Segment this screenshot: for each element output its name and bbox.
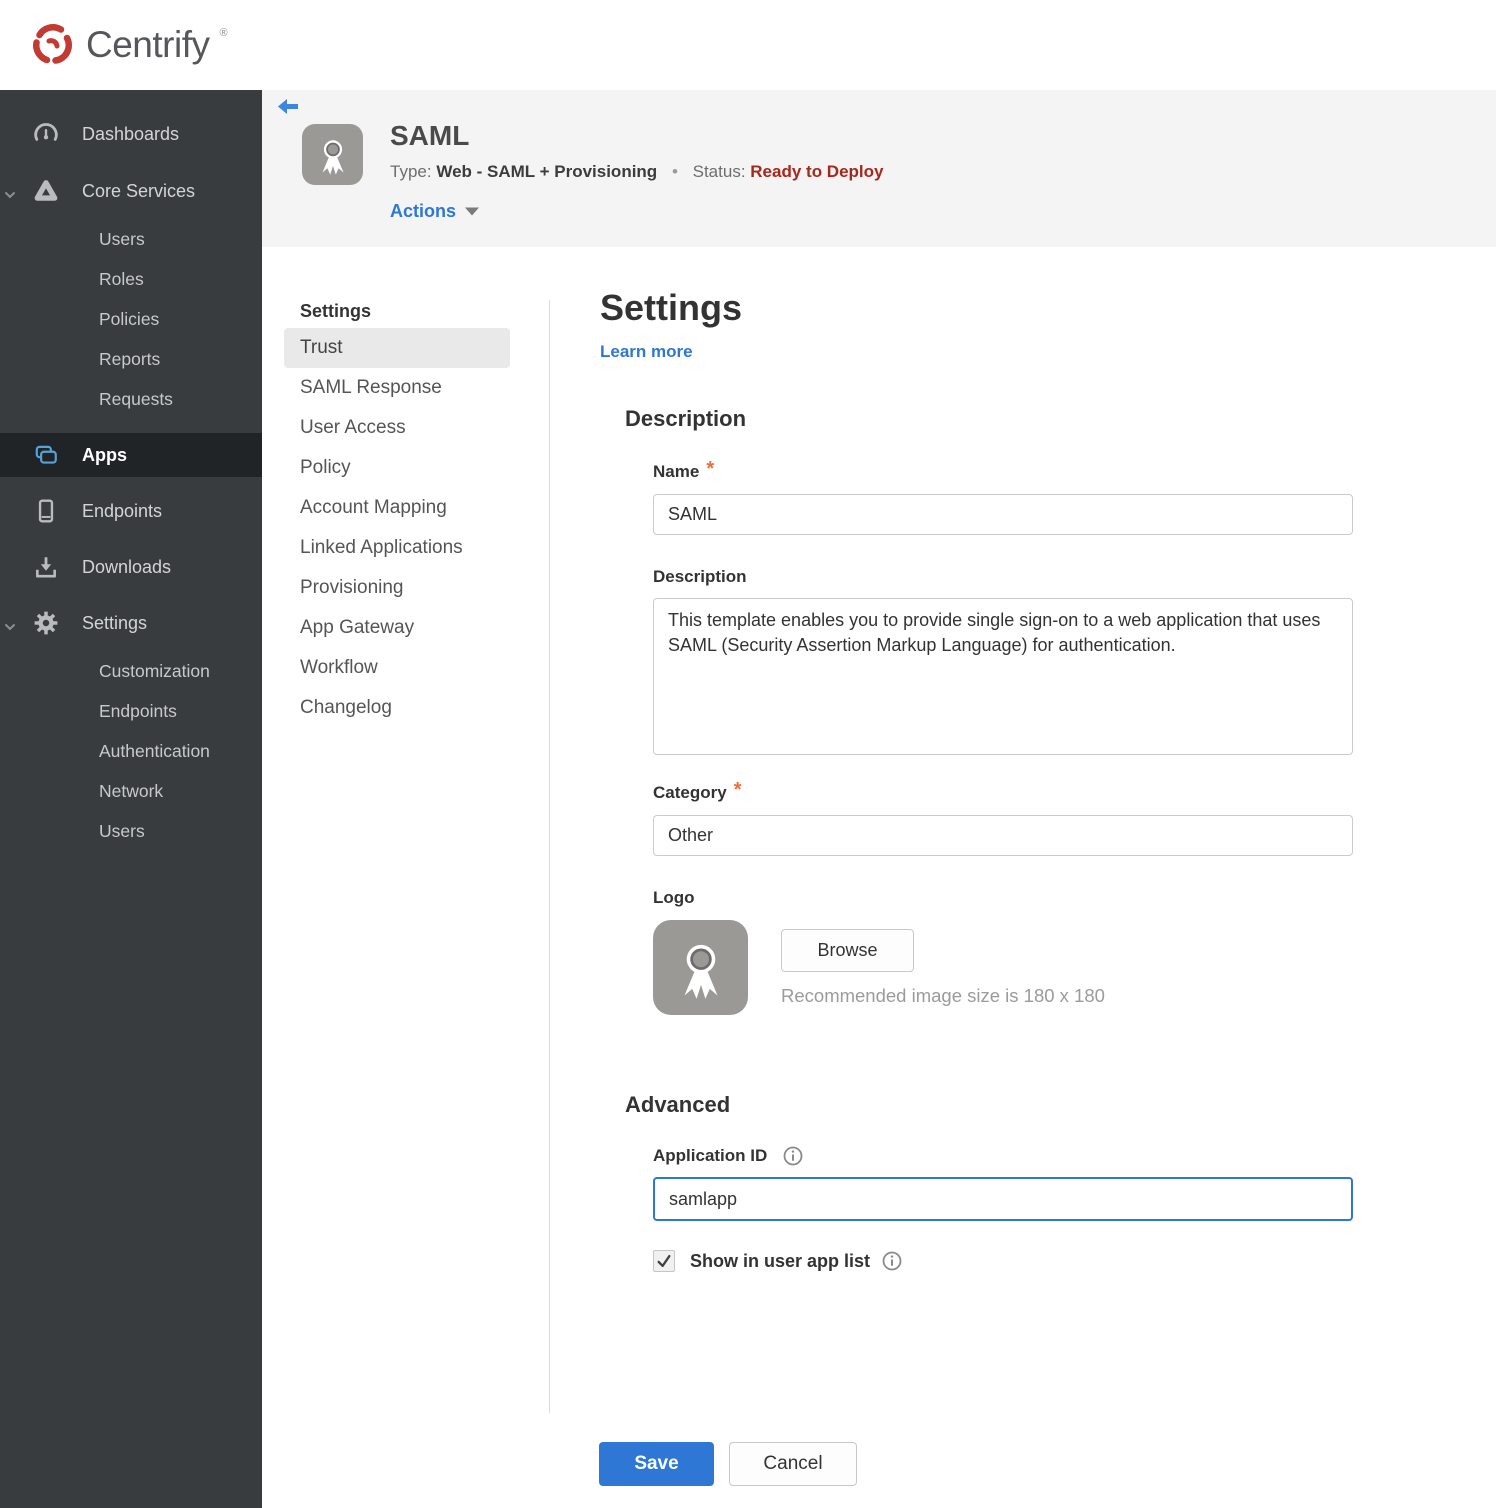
chevron-down-icon[interactable] [4, 185, 16, 199]
logo-size-hint: Recommended image size is 180 x 180 [781, 985, 1105, 1006]
required-asterisk: * [733, 778, 742, 801]
back-arrow-icon[interactable] [277, 98, 299, 116]
check-icon [657, 1254, 671, 1268]
centrify-logo-icon [28, 21, 76, 69]
gear-icon [33, 610, 59, 636]
caret-down-icon [465, 207, 480, 216]
sidebar-item-downloads[interactable]: Downloads [0, 545, 262, 589]
subnav-item-linked-applications[interactable]: Linked Applications [284, 528, 510, 568]
advanced-section-heading: Advanced [625, 1092, 731, 1117]
subnav-item-provisioning[interactable]: Provisioning [284, 568, 510, 608]
sidebar-item-label: Downloads [82, 556, 172, 577]
application-id-field[interactable] [653, 1177, 1353, 1221]
info-icon[interactable] [882, 1251, 902, 1271]
vertical-divider [549, 300, 550, 1413]
show-in-app-list-checkbox[interactable] [653, 1250, 675, 1272]
app-settings-nav: Settings Trust SAML Response User Access… [284, 294, 510, 728]
category-label: Category * [653, 778, 742, 803]
subnav-item-user-access[interactable]: User Access [284, 408, 510, 448]
download-icon [33, 554, 59, 580]
sidebar-item-label: Dashboards [82, 123, 180, 144]
sidebar-item-users[interactable]: Users [0, 219, 262, 259]
app-logo-badge [302, 124, 363, 185]
subnav-item-account-mapping[interactable]: Account Mapping [284, 488, 510, 528]
centrify-logo[interactable]: Centrify ® [28, 21, 228, 69]
sidebar-item-roles[interactable]: Roles [0, 259, 262, 299]
device-icon [33, 498, 59, 524]
sidebar-item-requests[interactable]: Requests [0, 379, 262, 419]
name-label: Name * [653, 457, 715, 482]
sidebar-item-label: Settings [82, 612, 148, 633]
app-header: SAML Type: Web - SAML + Provisioning • S… [262, 90, 1496, 247]
actions-dropdown[interactable]: Actions [390, 201, 480, 222]
category-field[interactable] [653, 815, 1353, 856]
sidebar-item-policies[interactable]: Policies [0, 299, 262, 339]
sidebar-item-customization[interactable]: Customization [0, 651, 262, 691]
subnav-item-saml-response[interactable]: SAML Response [284, 368, 510, 408]
subnav-item-policy[interactable]: Policy [284, 448, 510, 488]
browse-button[interactable]: Browse [781, 929, 914, 972]
subnav-item-workflow[interactable]: Workflow [284, 648, 510, 688]
subnav-item-changelog[interactable]: Changelog [284, 688, 510, 728]
cancel-button[interactable]: Cancel [729, 1442, 857, 1486]
sidebar-item-reports[interactable]: Reports [0, 339, 262, 379]
sidebar-item-dashboards[interactable]: Dashboards [0, 112, 262, 156]
sidebar-item-endpoints[interactable]: Endpoints [0, 489, 262, 533]
subnav-heading: Settings [300, 300, 372, 321]
subnav-item-app-gateway[interactable]: App Gateway [284, 608, 510, 648]
settings-panel: Settings Learn more Description Name * D… [600, 288, 1360, 1272]
save-button[interactable]: Save [599, 1442, 714, 1486]
required-asterisk: * [706, 457, 715, 480]
description-label: Description [653, 567, 747, 586]
top-bar: Centrify ® [0, 0, 1496, 90]
core-services-icon [33, 178, 59, 204]
page-title: Settings [600, 287, 743, 328]
sidebar-item-label: Endpoints [82, 500, 163, 521]
actions-label: Actions [390, 201, 457, 221]
sidebar-item-label: Apps [82, 444, 127, 465]
chevron-down-icon[interactable] [4, 617, 16, 631]
logo-label: Logo [653, 888, 695, 907]
sidebar-item-settings-endpoints[interactable]: Endpoints [0, 691, 262, 731]
sidebar-item-label: Core Services [82, 180, 196, 201]
sidebar-item-network[interactable]: Network [0, 771, 262, 811]
show-in-app-list-label: Show in user app list [690, 1250, 871, 1271]
sidebar-item-authentication[interactable]: Authentication [0, 731, 262, 771]
advanced-section: Advanced Application ID samlapp Show in … [600, 1092, 1360, 1272]
subnav-item-trust[interactable]: Trust [284, 328, 510, 368]
status-label: Status: [692, 162, 746, 181]
app-meta-line: Type: Web - SAML + Provisioning • Status… [390, 162, 883, 182]
status-value: Ready to Deploy [750, 162, 884, 181]
type-value: Web - SAML + Provisioning [436, 162, 658, 181]
sidebar-item-core-services[interactable]: Core Services [0, 169, 262, 213]
registered-mark: ® [219, 27, 228, 39]
gauge-icon [33, 121, 59, 147]
apps-icon [33, 442, 59, 468]
info-icon[interactable] [783, 1146, 803, 1166]
ribbon-award-icon [684, 944, 717, 999]
type-label: Type: [390, 162, 432, 181]
application-id-label: Application ID [653, 1146, 1360, 1166]
app-title: SAML [390, 120, 470, 151]
description-section: Description Name * Description This temp… [600, 406, 1360, 1015]
learn-more-link[interactable]: Learn more [600, 342, 693, 362]
app-logo-preview [653, 920, 748, 1015]
sidebar-item-settings-users[interactable]: Users [0, 811, 262, 851]
show-in-app-list-row: Show in user app list [653, 1250, 1360, 1272]
centrify-logo-text: Centrify [86, 24, 210, 65]
sidebar-item-apps[interactable]: Apps [0, 433, 262, 477]
sidebar-item-settings[interactable]: Settings [0, 601, 262, 645]
sidebar: Dashboards Core Services Users Roles Pol… [0, 90, 262, 1508]
name-field[interactable] [653, 494, 1353, 535]
meta-separator: • [671, 162, 678, 181]
description-section-heading: Description [625, 406, 747, 431]
description-field[interactable]: This template enables you to provide sin… [653, 598, 1353, 755]
